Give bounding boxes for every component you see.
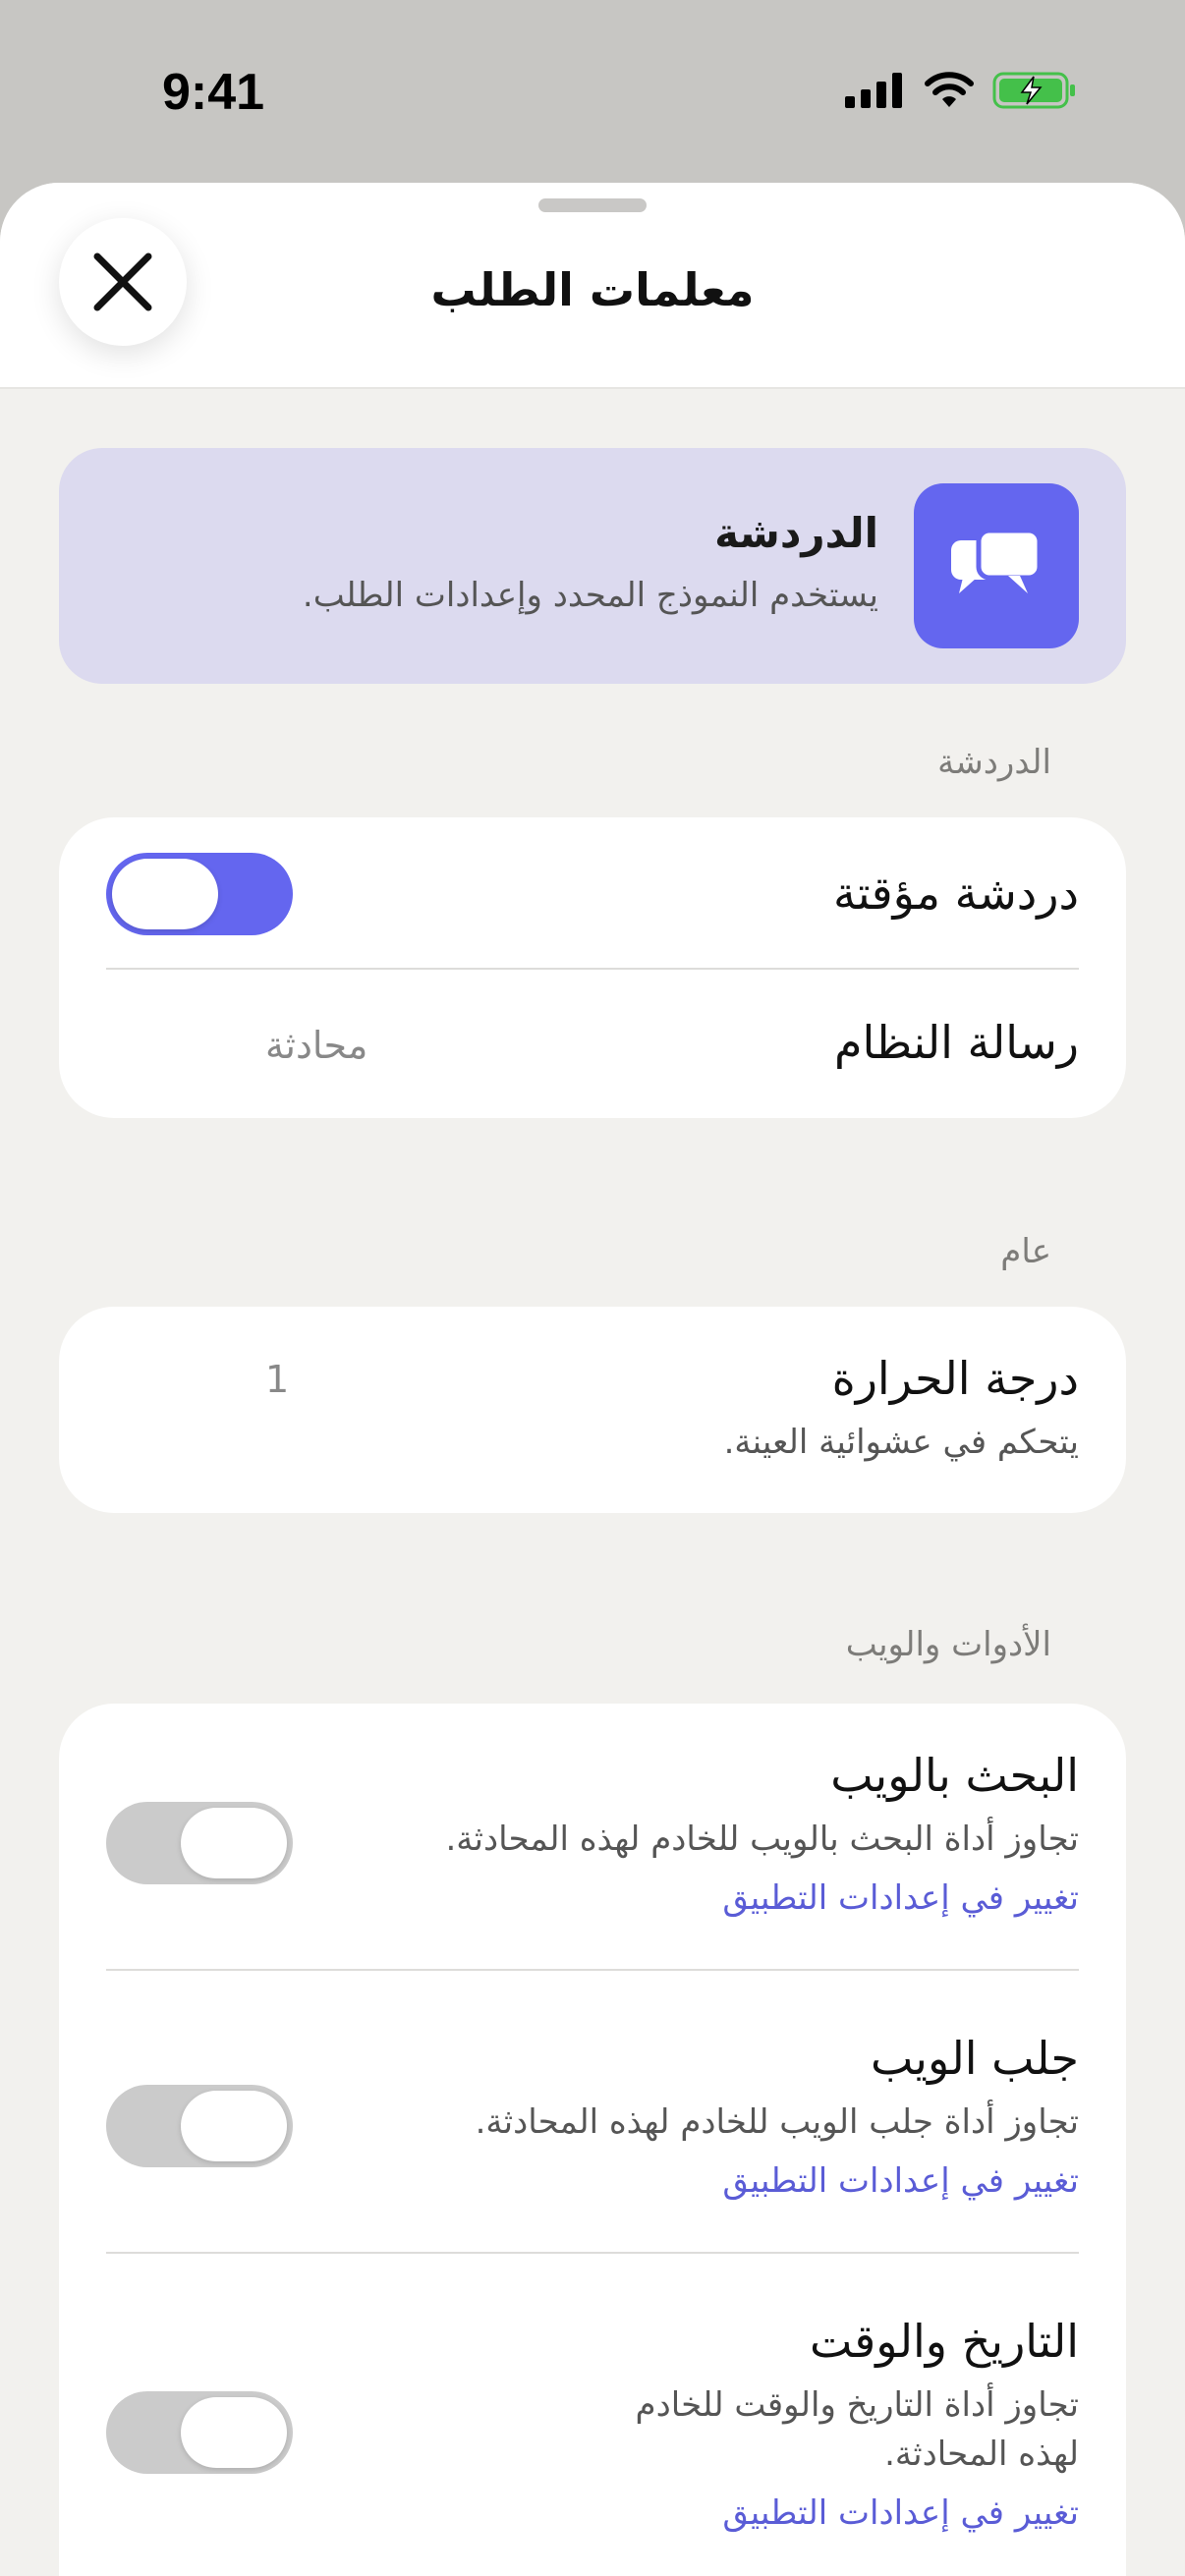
temperature-label: درجة الحرارة — [831, 1352, 1079, 1405]
banner-subtitle: يستخدم النموذج المحدد وإعدادات الطلب. — [302, 576, 878, 615]
web-fetch-toggle[interactable] — [106, 2085, 293, 2167]
date-time-settings-link[interactable]: تغيير في إعدادات التطبيق — [722, 2493, 1079, 2533]
temporary-chat-label: دردشة مؤقتة — [833, 867, 1079, 920]
sheet-header: معلمات الطلب — [0, 183, 1185, 389]
status-icons — [845, 71, 1077, 110]
system-message-value[interactable]: محادثة — [265, 1024, 367, 1067]
temperature-value[interactable]: 1 — [265, 1358, 289, 1401]
status-bar: 9:41 — [0, 0, 1185, 187]
section-label-general: عام — [1000, 1232, 1051, 1271]
chat-mode-banner: الدردشة يستخدم النموذج المحدد وإعدادات ا… — [59, 448, 1126, 684]
section-label-tools: الأدوات والويب — [845, 1625, 1051, 1664]
divider — [106, 968, 1079, 970]
section-label-chat: الدردشة — [937, 743, 1051, 782]
web-search-settings-link[interactable]: تغيير في إعدادات التطبيق — [722, 1878, 1079, 1918]
general-settings-card: درجة الحرارة يتحكم في عشوائية العينة. 1 — [59, 1307, 1126, 1513]
request-parameters-sheet: معلمات الطلب الدردشة يستخدم النموذج المح… — [0, 183, 1185, 2576]
wifi-icon — [925, 72, 974, 107]
toggle-knob — [181, 2091, 287, 2161]
chat-bubbles-icon — [951, 528, 1043, 593]
date-time-description-line2: لهذه المحادثة. — [884, 2435, 1079, 2474]
sheet-grabber[interactable] — [538, 198, 647, 212]
banner-icon-box — [914, 483, 1079, 648]
status-time: 9:41 — [162, 64, 265, 121]
web-fetch-settings-link[interactable]: تغيير في إعدادات التطبيق — [722, 2161, 1079, 2201]
temporary-chat-toggle[interactable] — [106, 853, 293, 935]
system-message-label: رسالة النظام — [834, 1016, 1079, 1069]
toggle-knob — [181, 2397, 287, 2468]
chat-settings-card: دردشة مؤقتة رسالة النظام محادثة — [59, 817, 1126, 1118]
web-search-toggle[interactable] — [106, 1802, 293, 1884]
web-search-title: البحث بالويب — [830, 1749, 1079, 1802]
battery-charging-icon — [992, 72, 1075, 109]
banner-title: الدردشة — [714, 509, 878, 557]
toggle-knob — [181, 1808, 287, 1878]
toggle-knob — [112, 859, 218, 929]
close-button[interactable] — [59, 218, 187, 346]
date-time-toggle[interactable] — [106, 2391, 293, 2474]
date-time-title: التاريخ والوقت — [810, 2315, 1079, 2368]
tools-settings-card: البحث بالويب تجاوز أداة البحث بالويب للخ… — [59, 1704, 1126, 2576]
cellular-signal-icon — [845, 73, 902, 108]
web-search-description: تجاوز أداة البحث بالويب للخادم لهذه المح… — [445, 1820, 1079, 1859]
web-fetch-description: تجاوز أداة جلب الويب للخادم لهذه المحادث… — [475, 2102, 1079, 2142]
temperature-description: يتحكم في عشوائية العينة. — [723, 1423, 1079, 1462]
divider — [106, 1969, 1079, 1971]
close-icon — [93, 252, 152, 311]
date-time-description-line1: تجاوز أداة التاريخ والوقت للخادم — [635, 2385, 1079, 2425]
divider — [106, 2252, 1079, 2254]
web-fetch-title: جلب الويب — [871, 2032, 1079, 2085]
